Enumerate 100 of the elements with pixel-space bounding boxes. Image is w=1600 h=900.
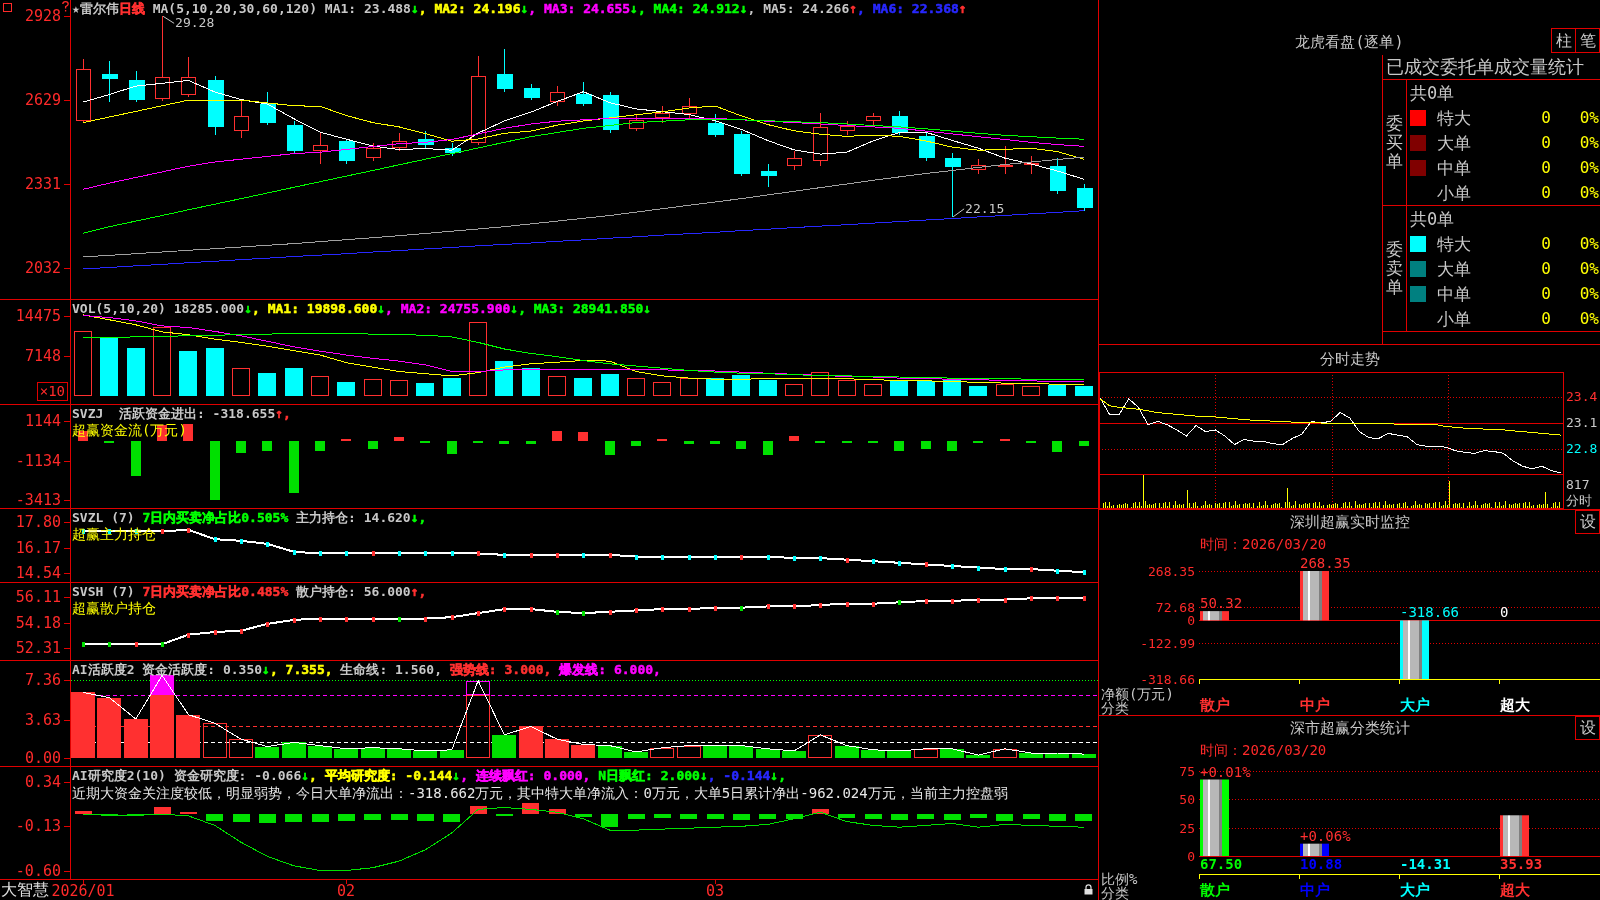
axis-label: 3.63 bbox=[24, 711, 61, 728]
axis-label: 14475 bbox=[15, 308, 61, 325]
axis-label: 14.54 bbox=[15, 565, 61, 582]
candlestick bbox=[234, 98, 249, 139]
order-count: 0 bbox=[1541, 234, 1551, 253]
bar-value-label: 67.50 bbox=[1200, 857, 1243, 872]
axis-label: 0 bbox=[1187, 849, 1195, 863]
order-count: 0 bbox=[1541, 259, 1551, 278]
category-label: 散户 bbox=[1200, 697, 1230, 713]
indicator-legend: AI研究度2(10) 资金研究度: -0.066↓, 平均研究度: -0.144↓, 连续飘红: 0.000, N日飘红: 2.000↓, -0.144↓, bbox=[72, 768, 786, 784]
order-count: 0 bbox=[1541, 158, 1551, 177]
x-axis-title: 分类 bbox=[1101, 701, 1129, 715]
axis-label: 54.18 bbox=[15, 614, 61, 631]
settings-button[interactable]: 设 bbox=[1575, 510, 1600, 534]
axis-label: 2629 bbox=[24, 92, 61, 109]
volume-scale-label: 817 bbox=[1566, 478, 1590, 492]
section-title: 分时走势 bbox=[1319, 349, 1380, 368]
candlestick bbox=[445, 142, 461, 157]
question-mark-icon[interactable] bbox=[62, 1, 69, 12]
bar-value-label: 50.32 bbox=[1200, 596, 1243, 611]
bar-value-label: 10.88 bbox=[1300, 857, 1343, 872]
indicator-legend: SVZJ 活跃资金进出: -318.655↑, bbox=[72, 406, 291, 422]
view-toggle-button[interactable]: 笔 bbox=[1575, 28, 1600, 53]
axis-label: -122.99 bbox=[1140, 636, 1195, 650]
axis-label: -3413 bbox=[15, 492, 61, 509]
candlestick bbox=[682, 97, 697, 119]
order-count: 0 bbox=[1541, 133, 1551, 152]
order-percent: 0% bbox=[1579, 259, 1599, 278]
order-count: 0 bbox=[1541, 284, 1551, 303]
candlestick bbox=[998, 145, 1013, 175]
order-size-label: 特大 bbox=[1437, 233, 1471, 254]
axis-label: 2331 bbox=[24, 176, 61, 193]
axis-label: 0.00 bbox=[24, 750, 61, 767]
candlestick bbox=[840, 120, 855, 136]
candlestick bbox=[892, 110, 908, 136]
candlestick bbox=[1024, 155, 1039, 175]
candlestick bbox=[418, 130, 434, 150]
multiplier-badge: ×10 bbox=[36, 382, 68, 401]
category-label: 中户 bbox=[1300, 697, 1330, 713]
indicator-title: 超赢散户持仓 bbox=[72, 600, 156, 616]
candlestick bbox=[971, 158, 986, 175]
x-axis-title: 分类 bbox=[1101, 886, 1129, 900]
order-percent: 0% bbox=[1579, 234, 1599, 253]
order-size-label: 大单 bbox=[1437, 132, 1471, 153]
price-annotation: 29.28 bbox=[175, 16, 215, 31]
candlestick bbox=[813, 112, 828, 167]
settings-button[interactable]: 设 bbox=[1575, 716, 1600, 740]
date-label: 03 bbox=[705, 883, 725, 899]
candlestick bbox=[576, 81, 592, 107]
leader-line bbox=[162, 15, 175, 24]
order-total: 共0单 bbox=[1410, 208, 1455, 229]
axis-label: 1144 bbox=[24, 413, 61, 430]
candlestick bbox=[524, 83, 540, 101]
bar-value-label: 0 bbox=[1500, 605, 1509, 620]
order-count: 0 bbox=[1541, 309, 1551, 328]
axis-label: 23.1 bbox=[1566, 416, 1598, 430]
axis-label: 7148 bbox=[24, 348, 61, 365]
lock-icon[interactable] bbox=[1084, 884, 1093, 895]
order-percent: 0% bbox=[1579, 309, 1599, 328]
axis-label: 0 bbox=[1187, 613, 1195, 627]
candlestick bbox=[866, 112, 881, 126]
category-label: 大户 bbox=[1400, 882, 1430, 898]
indicator-legend: SVZL (7) 7日内买卖净占比0.505% 主力持仓: 14.620↓, bbox=[72, 510, 427, 526]
square-icon[interactable] bbox=[3, 3, 12, 12]
date-label: 02 bbox=[336, 883, 356, 899]
axis-label: 2032 bbox=[24, 260, 61, 277]
view-toggle-button[interactable]: 柱 bbox=[1551, 28, 1576, 53]
analysis-text: 近期大资金关注度较低，明显弱势，今日大单净流出：-318.662万元，其中特大单净流入：0万元，大单5日累计净出-962.024万元，当前主力控盘弱 bbox=[72, 784, 1008, 803]
order-size-label: 中单 bbox=[1437, 157, 1471, 178]
order-count: 0 bbox=[1541, 183, 1551, 202]
change-annotation: +0.01% bbox=[1200, 764, 1251, 779]
date-label: 2026/01 bbox=[51, 883, 115, 899]
candlestick bbox=[1077, 183, 1093, 212]
brand-label: 大智慧 bbox=[1, 881, 49, 899]
axis-label: 16.17 bbox=[15, 539, 61, 556]
axis-label: 2928 bbox=[24, 8, 61, 25]
section-title: 深圳超赢实时监控 bbox=[1289, 513, 1410, 531]
category-label: 散户 bbox=[1200, 882, 1230, 898]
candlestick bbox=[550, 85, 565, 107]
candlestick bbox=[76, 58, 91, 124]
date-label: 时间：2026/03/20 bbox=[1200, 536, 1327, 552]
axis-label: 7.36 bbox=[24, 672, 61, 689]
candlestick bbox=[129, 70, 145, 103]
category-label: 中户 bbox=[1300, 882, 1330, 898]
axis-label: 75 bbox=[1179, 764, 1195, 778]
category-bar bbox=[1300, 843, 1329, 856]
axis-label: 23.4 bbox=[1566, 390, 1598, 405]
leader-line bbox=[952, 208, 965, 218]
indicator-legend: SVSH (7) 7日内买卖净占比0.485% 散户持仓: 56.000↑, bbox=[72, 584, 427, 600]
bar-value-label: 268.35 bbox=[1300, 556, 1351, 570]
table-title: 已成交委托单成交量统计 bbox=[1386, 56, 1584, 78]
order-size-label: 大单 bbox=[1437, 258, 1471, 279]
axis-label: 72.68 bbox=[1155, 600, 1195, 614]
order-count: 0 bbox=[1541, 108, 1551, 127]
candlestick bbox=[392, 132, 407, 152]
candlestick bbox=[761, 163, 777, 188]
price-annotation: 22.15 bbox=[965, 201, 1005, 216]
candlestick bbox=[339, 138, 355, 165]
indicator-legend: AI活跃度2 资金活跃度: 0.350↓, 7.355, 生命线: 1.560, 强势线: 3.000, 爆发线: 6.000, bbox=[72, 662, 661, 678]
order-percent: 0% bbox=[1579, 183, 1599, 202]
